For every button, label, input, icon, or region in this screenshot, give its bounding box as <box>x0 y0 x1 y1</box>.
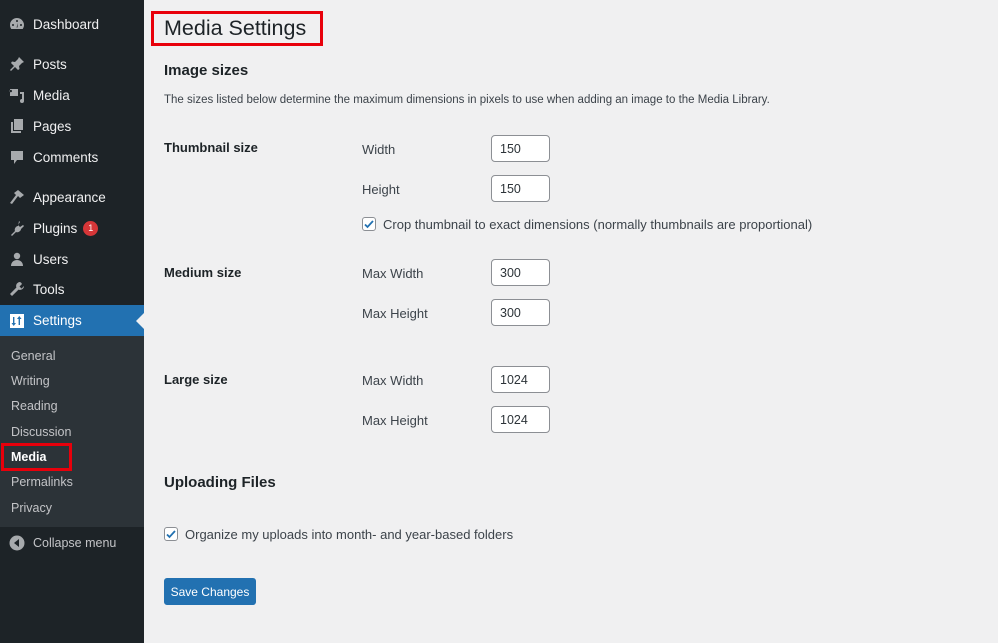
medium-height-input[interactable] <box>491 299 550 326</box>
main-content: Media Settings Image sizes The sizes lis… <box>144 0 998 643</box>
thumbnail-height-input[interactable] <box>491 175 550 202</box>
large-size-label: Large size <box>164 372 228 387</box>
update-count-badge: 1 <box>83 220 99 236</box>
sidebar-item-media[interactable]: Media <box>0 80 144 110</box>
media-icon <box>9 87 25 103</box>
large-width-label: Max Width <box>362 373 424 388</box>
submenu-item-reading[interactable]: Reading <box>11 399 58 413</box>
sidebar-item-plugins[interactable]: Plugins 1 <box>0 213 144 243</box>
large-height-label: Max Height <box>362 413 428 428</box>
crop-thumbnail-checkbox[interactable] <box>362 217 376 231</box>
image-sizes-heading: Image sizes <box>164 62 249 79</box>
comment-icon <box>9 149 25 165</box>
dashboard-icon <box>9 16 25 32</box>
thumbnail-width-input[interactable] <box>491 135 550 162</box>
medium-height-label: Max Height <box>362 306 428 321</box>
medium-width-input[interactable] <box>491 259 550 286</box>
crop-thumbnail-label: Crop thumbnail to exact dimensions (norm… <box>383 217 813 232</box>
collapse-arrow-icon <box>9 535 25 551</box>
sidebar-item-tools[interactable]: Tools <box>0 274 144 304</box>
checkmark-icon <box>166 530 176 539</box>
settings-icon <box>9 313 25 329</box>
medium-size-label: Medium size <box>164 265 242 280</box>
sidebar-item-dashboard[interactable]: Dashboard <box>0 9 144 39</box>
paintbrush-icon <box>9 189 25 205</box>
submenu-item-writing[interactable]: Writing <box>11 374 50 388</box>
sidebar-item-label: Comments <box>33 149 99 165</box>
sidebar-item-label: Settings <box>33 313 82 328</box>
sidebar-item-label: Users <box>33 251 69 267</box>
sidebar-item-label: Plugins <box>33 220 78 236</box>
settings-submenu: General Writing Reading Discussion Media… <box>0 336 144 527</box>
collapse-menu-label: Collapse menu <box>33 536 117 550</box>
admin-sidebar: Dashboard Posts Media Pages Comments App… <box>0 0 144 643</box>
page-title: Media Settings <box>164 16 307 40</box>
uploading-files-heading: Uploading Files <box>164 474 276 491</box>
sidebar-item-posts[interactable]: Posts <box>0 49 144 79</box>
checkmark-icon <box>364 220 374 229</box>
sidebar-item-users[interactable]: Users <box>0 244 144 274</box>
sidebar-item-label: Media <box>33 87 70 103</box>
thumbnail-size-label: Thumbnail size <box>164 140 258 155</box>
sidebar-item-label: Pages <box>33 118 72 134</box>
large-height-input[interactable] <box>491 406 550 433</box>
sidebar-item-settings[interactable]: Settings <box>0 305 144 336</box>
image-sizes-description: The sizes listed below determine the max… <box>164 94 770 106</box>
sidebar-item-label: Dashboard <box>33 16 100 32</box>
pages-icon <box>9 118 25 134</box>
sidebar-item-label: Appearance <box>33 189 106 205</box>
sidebar-item-comments[interactable]: Comments <box>0 142 144 172</box>
organize-uploads-label: Organize my uploads into month- and year… <box>185 527 514 542</box>
plugin-icon <box>9 220 25 236</box>
user-icon <box>9 251 25 267</box>
pin-icon <box>9 56 25 72</box>
submenu-item-general[interactable]: General <box>11 349 55 363</box>
thumbnail-width-label: Width <box>362 142 396 157</box>
sidebar-item-label: Posts <box>33 56 67 72</box>
active-indicator-arrow <box>136 313 144 329</box>
submenu-item-permalinks[interactable]: Permalinks <box>11 475 73 489</box>
collapse-menu-button[interactable]: Collapse menu <box>0 530 144 556</box>
submenu-item-privacy[interactable]: Privacy <box>11 501 52 515</box>
medium-width-label: Max Width <box>362 266 424 281</box>
organize-uploads-checkbox[interactable] <box>164 527 178 541</box>
save-changes-button[interactable]: Save Changes <box>164 578 256 605</box>
large-width-input[interactable] <box>491 366 550 393</box>
sidebar-item-pages[interactable]: Pages <box>0 111 144 141</box>
sidebar-item-label: Tools <box>33 281 65 297</box>
highlight-box-media-submenu <box>1 443 72 471</box>
submenu-item-discussion[interactable]: Discussion <box>11 425 71 439</box>
wrench-icon <box>9 281 25 297</box>
sidebar-item-appearance[interactable]: Appearance <box>0 182 144 212</box>
thumbnail-height-label: Height <box>362 182 400 197</box>
